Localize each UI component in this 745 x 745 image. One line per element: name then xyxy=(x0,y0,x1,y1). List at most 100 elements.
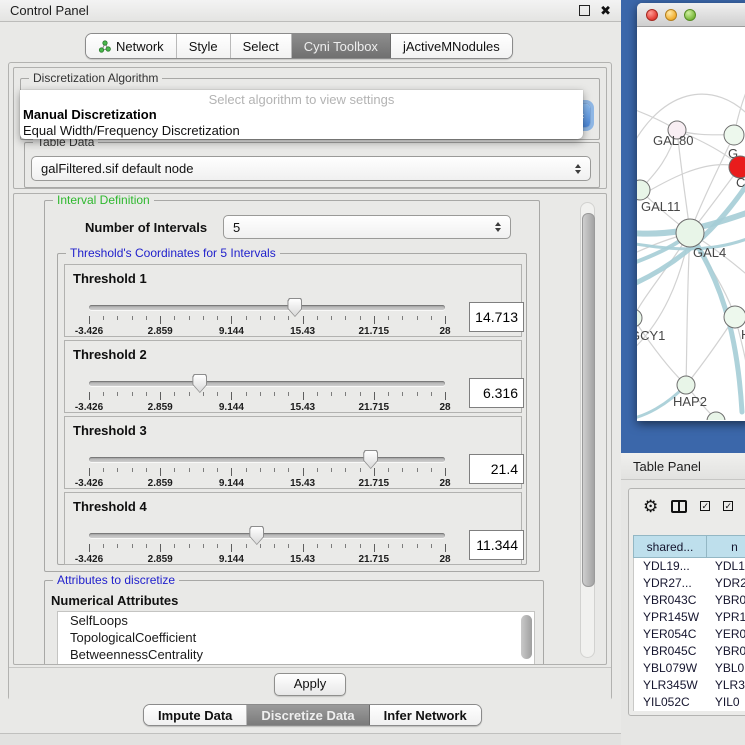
traffic-light-minimize-icon[interactable] xyxy=(665,9,677,21)
table-row[interactable]: YDL19...YDL1 xyxy=(634,558,745,575)
table-row[interactable]: YIL052CYIL0 xyxy=(634,694,745,711)
node-table: shared... n YDL19...YDL1YDR27...YDR2YBR0… xyxy=(633,535,745,711)
column-header-name[interactable]: n xyxy=(706,535,745,558)
table-row[interactable]: YBR043CYBR0 xyxy=(634,592,745,609)
threshold-value-field[interactable]: 11.344 xyxy=(469,530,524,560)
network-view-window: GAL80G.CGAL11GAL4GCY1HHAP2 xyxy=(637,3,745,421)
number-of-intervals-spinner[interactable]: 5 xyxy=(223,215,511,239)
slider-handle[interactable] xyxy=(287,298,302,317)
tab-jactivemnodules[interactable]: jActiveMNodules xyxy=(391,34,512,58)
close-icon[interactable]: ✖ xyxy=(600,4,611,17)
tab-cyni-toolbox-label: Cyni Toolbox xyxy=(304,39,378,54)
network-node-g[interactable] xyxy=(724,125,744,145)
tab-select[interactable]: Select xyxy=(231,34,292,58)
slider-ticks xyxy=(89,392,445,401)
desktop-background: GAL80G.CGAL11GAL4GCY1HHAP2 xyxy=(621,0,745,453)
network-node-label: HAP2 xyxy=(673,394,707,409)
network-node-gal4[interactable] xyxy=(676,219,704,247)
table-row[interactable]: YPR145WYPR1 xyxy=(634,609,745,626)
table-row[interactable]: YDR27...YDR2 xyxy=(634,575,745,592)
algorithm-section: Discretization Algorithm Table Data galF… xyxy=(13,67,607,189)
tab-discretize-data[interactable]: Discretize Data xyxy=(247,705,369,725)
apply-button[interactable]: Apply xyxy=(274,673,346,696)
table-row[interactable]: YER054CYER0 xyxy=(634,626,745,643)
threshold-value-field[interactable]: 6.316 xyxy=(469,378,524,408)
tab-cyni-toolbox[interactable]: Cyni Toolbox xyxy=(292,34,391,58)
traffic-light-close-icon[interactable] xyxy=(646,9,658,21)
network-node-label: C xyxy=(736,175,745,190)
threshold-slider[interactable] xyxy=(89,381,445,387)
slider-ticks xyxy=(89,468,445,477)
threshold-slider[interactable] xyxy=(89,457,445,463)
network-canvas[interactable]: GAL80G.CGAL11GAL4GCY1HHAP2 xyxy=(637,27,745,420)
cell-name: YDL1 xyxy=(706,558,745,575)
slider-tick-labels: -3.4262.8599.14415.4321.71528 xyxy=(89,402,445,413)
table-data-group: Table Data galFiltered.sif default node xyxy=(24,142,600,188)
tab-infer-network[interactable]: Infer Network xyxy=(370,705,481,725)
settings-scrollbar-thumb[interactable] xyxy=(582,213,595,587)
cell-shared-name: YDR27... xyxy=(634,575,706,592)
slider-handle[interactable] xyxy=(249,526,264,545)
settings-scrollbar[interactable] xyxy=(580,202,595,658)
attribute-list-scrollbar[interactable] xyxy=(521,615,532,659)
table-header-row: shared... n xyxy=(633,535,745,558)
network-node-gcy1[interactable] xyxy=(637,309,642,327)
checkbox-icon[interactable]: ✓ xyxy=(723,501,733,511)
cell-shared-name: YBR043C xyxy=(634,592,706,609)
attribute-item[interactable]: BetweennessCentrality xyxy=(58,646,534,663)
slider-track[interactable] xyxy=(89,381,445,386)
table-panel-titlebar: Table Panel xyxy=(621,453,745,480)
number-of-intervals-label: Number of Intervals xyxy=(85,220,207,235)
attribute-item[interactable]: SelfLoops xyxy=(58,612,534,629)
network-edge[interactable] xyxy=(686,233,690,385)
table-row[interactable]: YBL079WYBL0 xyxy=(634,660,745,677)
network-edge[interactable] xyxy=(686,317,735,385)
gear-icon[interactable]: ⚙ xyxy=(643,498,658,515)
bottom-tabs: Impute Data Discretize Data Infer Networ… xyxy=(143,704,482,726)
table-data-combobox[interactable]: galFiltered.sif default node xyxy=(31,156,591,181)
attributes-group-title: Attributes to discretize xyxy=(53,573,179,587)
threshold-slider[interactable] xyxy=(89,305,445,311)
network-window-titlebar[interactable] xyxy=(637,3,745,27)
cell-shared-name: YBL079W xyxy=(634,660,706,677)
tab-network[interactable]: Network xyxy=(86,34,177,58)
table-panel-title: Table Panel xyxy=(633,459,701,474)
spinner-arrows-icon[interactable] xyxy=(575,164,581,174)
spinner-arrows-icon[interactable] xyxy=(495,222,501,232)
slider-tick-labels: -3.4262.8599.14415.4321.71528 xyxy=(89,326,445,337)
algorithm-option-equal-width[interactable]: Equal Width/Frequency Discretization xyxy=(23,123,240,138)
threshold-value-field[interactable]: 21.4 xyxy=(469,454,524,484)
slider-track[interactable] xyxy=(89,533,445,538)
tab-impute-data[interactable]: Impute Data xyxy=(144,705,247,725)
algorithm-option-manual[interactable]: Manual Discretization xyxy=(23,107,157,122)
threshold-value-field[interactable]: 14.713 xyxy=(469,302,524,332)
tab-select-label: Select xyxy=(243,39,279,54)
checkbox-icon[interactable]: ✓ xyxy=(700,501,710,511)
number-of-intervals-value: 5 xyxy=(233,220,240,235)
network-node-label: GCY1 xyxy=(637,328,665,343)
slider-tick-labels: -3.4262.8599.14415.4321.71528 xyxy=(89,554,445,565)
cell-name: YBR0 xyxy=(706,592,745,609)
slider-handle[interactable] xyxy=(363,450,378,469)
cell-shared-name: YPR145W xyxy=(634,609,706,626)
attributes-group: Attributes to discretize Numerical Attri… xyxy=(44,580,544,665)
attribute-item[interactable]: TopologicalCoefficient xyxy=(58,629,534,646)
slider-handle[interactable] xyxy=(192,374,207,393)
threshold-slider[interactable] xyxy=(89,533,445,539)
tab-style[interactable]: Style xyxy=(177,34,231,58)
traffic-light-zoom-icon[interactable] xyxy=(684,9,696,21)
table-row[interactable]: YLR345WYLR3 xyxy=(634,677,745,694)
float-icon[interactable] xyxy=(579,5,590,16)
slider-track[interactable] xyxy=(89,457,445,462)
network-node-label: GAL4 xyxy=(693,245,726,260)
network-node-h[interactable] xyxy=(724,306,745,328)
columns-icon[interactable] xyxy=(671,500,687,513)
table-rows: YDL19...YDL1YDR27...YDR2YBR043CYBR0YPR14… xyxy=(633,558,745,711)
table-row[interactable]: YBR045CYBR0 xyxy=(634,643,745,660)
control-panel-controls: ✖ xyxy=(579,4,611,17)
column-header-shared-name[interactable]: shared... xyxy=(633,535,706,558)
cell-shared-name: YER054C xyxy=(634,626,706,643)
numerical-attributes-list[interactable]: SelfLoopsTopologicalCoefficientBetweenne… xyxy=(57,611,535,665)
network-node-hap2[interactable] xyxy=(677,376,695,394)
slider-track[interactable] xyxy=(89,305,445,310)
